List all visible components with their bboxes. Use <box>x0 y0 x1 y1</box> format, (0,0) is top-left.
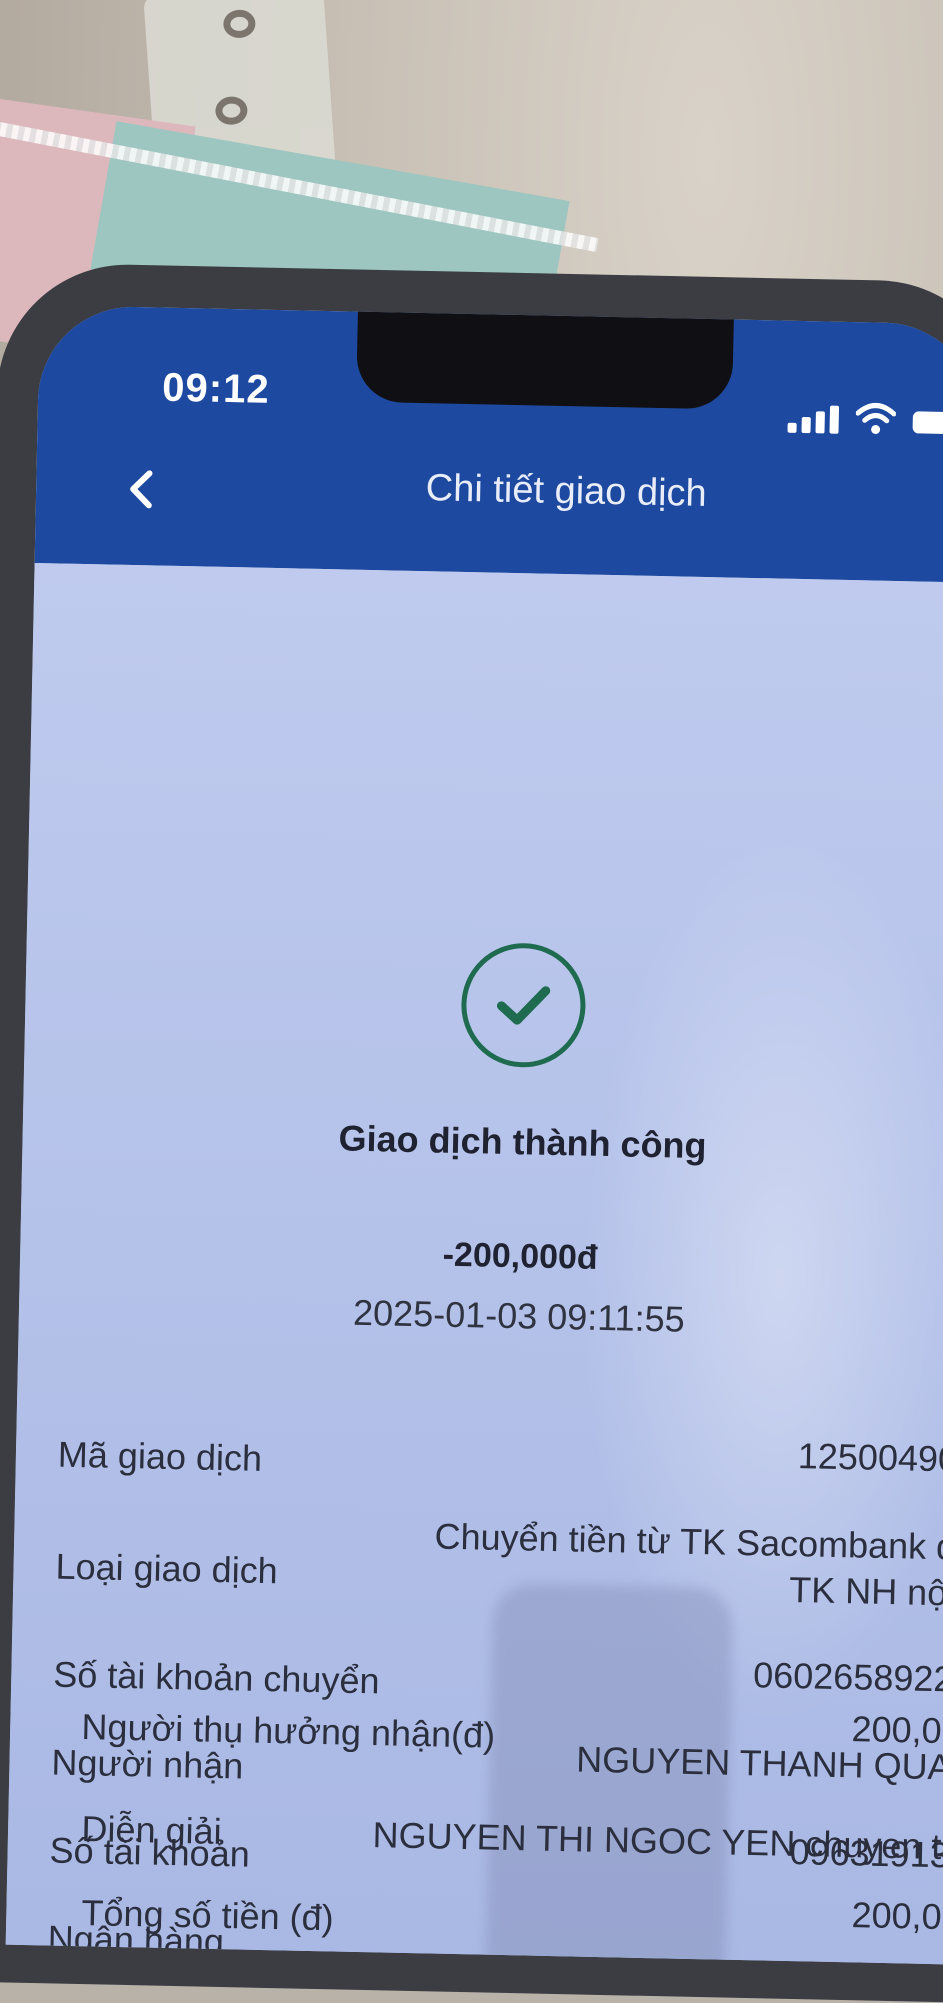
rail-hole <box>214 95 249 126</box>
detail-row-transaction-id: Mã giao dịch 12500490 <box>58 1434 943 1480</box>
detail-label: Mã giao dịch <box>57 1433 263 1479</box>
detail-value: 12500490 <box>797 1435 943 1480</box>
detail-row-transaction-type: Loại giao dịch Chuyển tiền từ TK Sacomba… <box>55 1516 943 1614</box>
battery-icon <box>912 411 943 435</box>
detail-label: Loại giao dịch <box>55 1545 279 1592</box>
phone-notch <box>356 309 734 410</box>
wifi-icon <box>855 403 897 435</box>
checkmark-circle-icon <box>460 941 587 1069</box>
transaction-detail-content: Giao dịch thành công -200,000đ 2025-01-0… <box>5 562 943 1965</box>
page-title: Chi tiết giao dịch <box>425 467 708 515</box>
signal-icon <box>787 403 844 434</box>
detail-value: 0602658922 <box>752 1654 943 1700</box>
detail-value: Chuyển tiền từ TK Sacombank đ TK NH nội <box>433 1514 943 1617</box>
phone-screen: 09:12 Chi tiết giao dịch Giao dịch thành… <box>5 305 943 1965</box>
rail-hole <box>222 8 257 39</box>
detail-value: NGUYEN THANH QUA <box>575 1738 943 1788</box>
detail-value: 09631913 <box>789 1831 943 1876</box>
status-time: 09:12 <box>161 365 271 412</box>
detail-label: Số tài khoản chuyển <box>52 1653 380 1702</box>
detail-label: Người nhận <box>51 1741 244 1787</box>
detail-label: Số tài khoản <box>49 1829 251 1875</box>
app-header: 09:12 Chi tiết giao dịch <box>34 305 943 583</box>
